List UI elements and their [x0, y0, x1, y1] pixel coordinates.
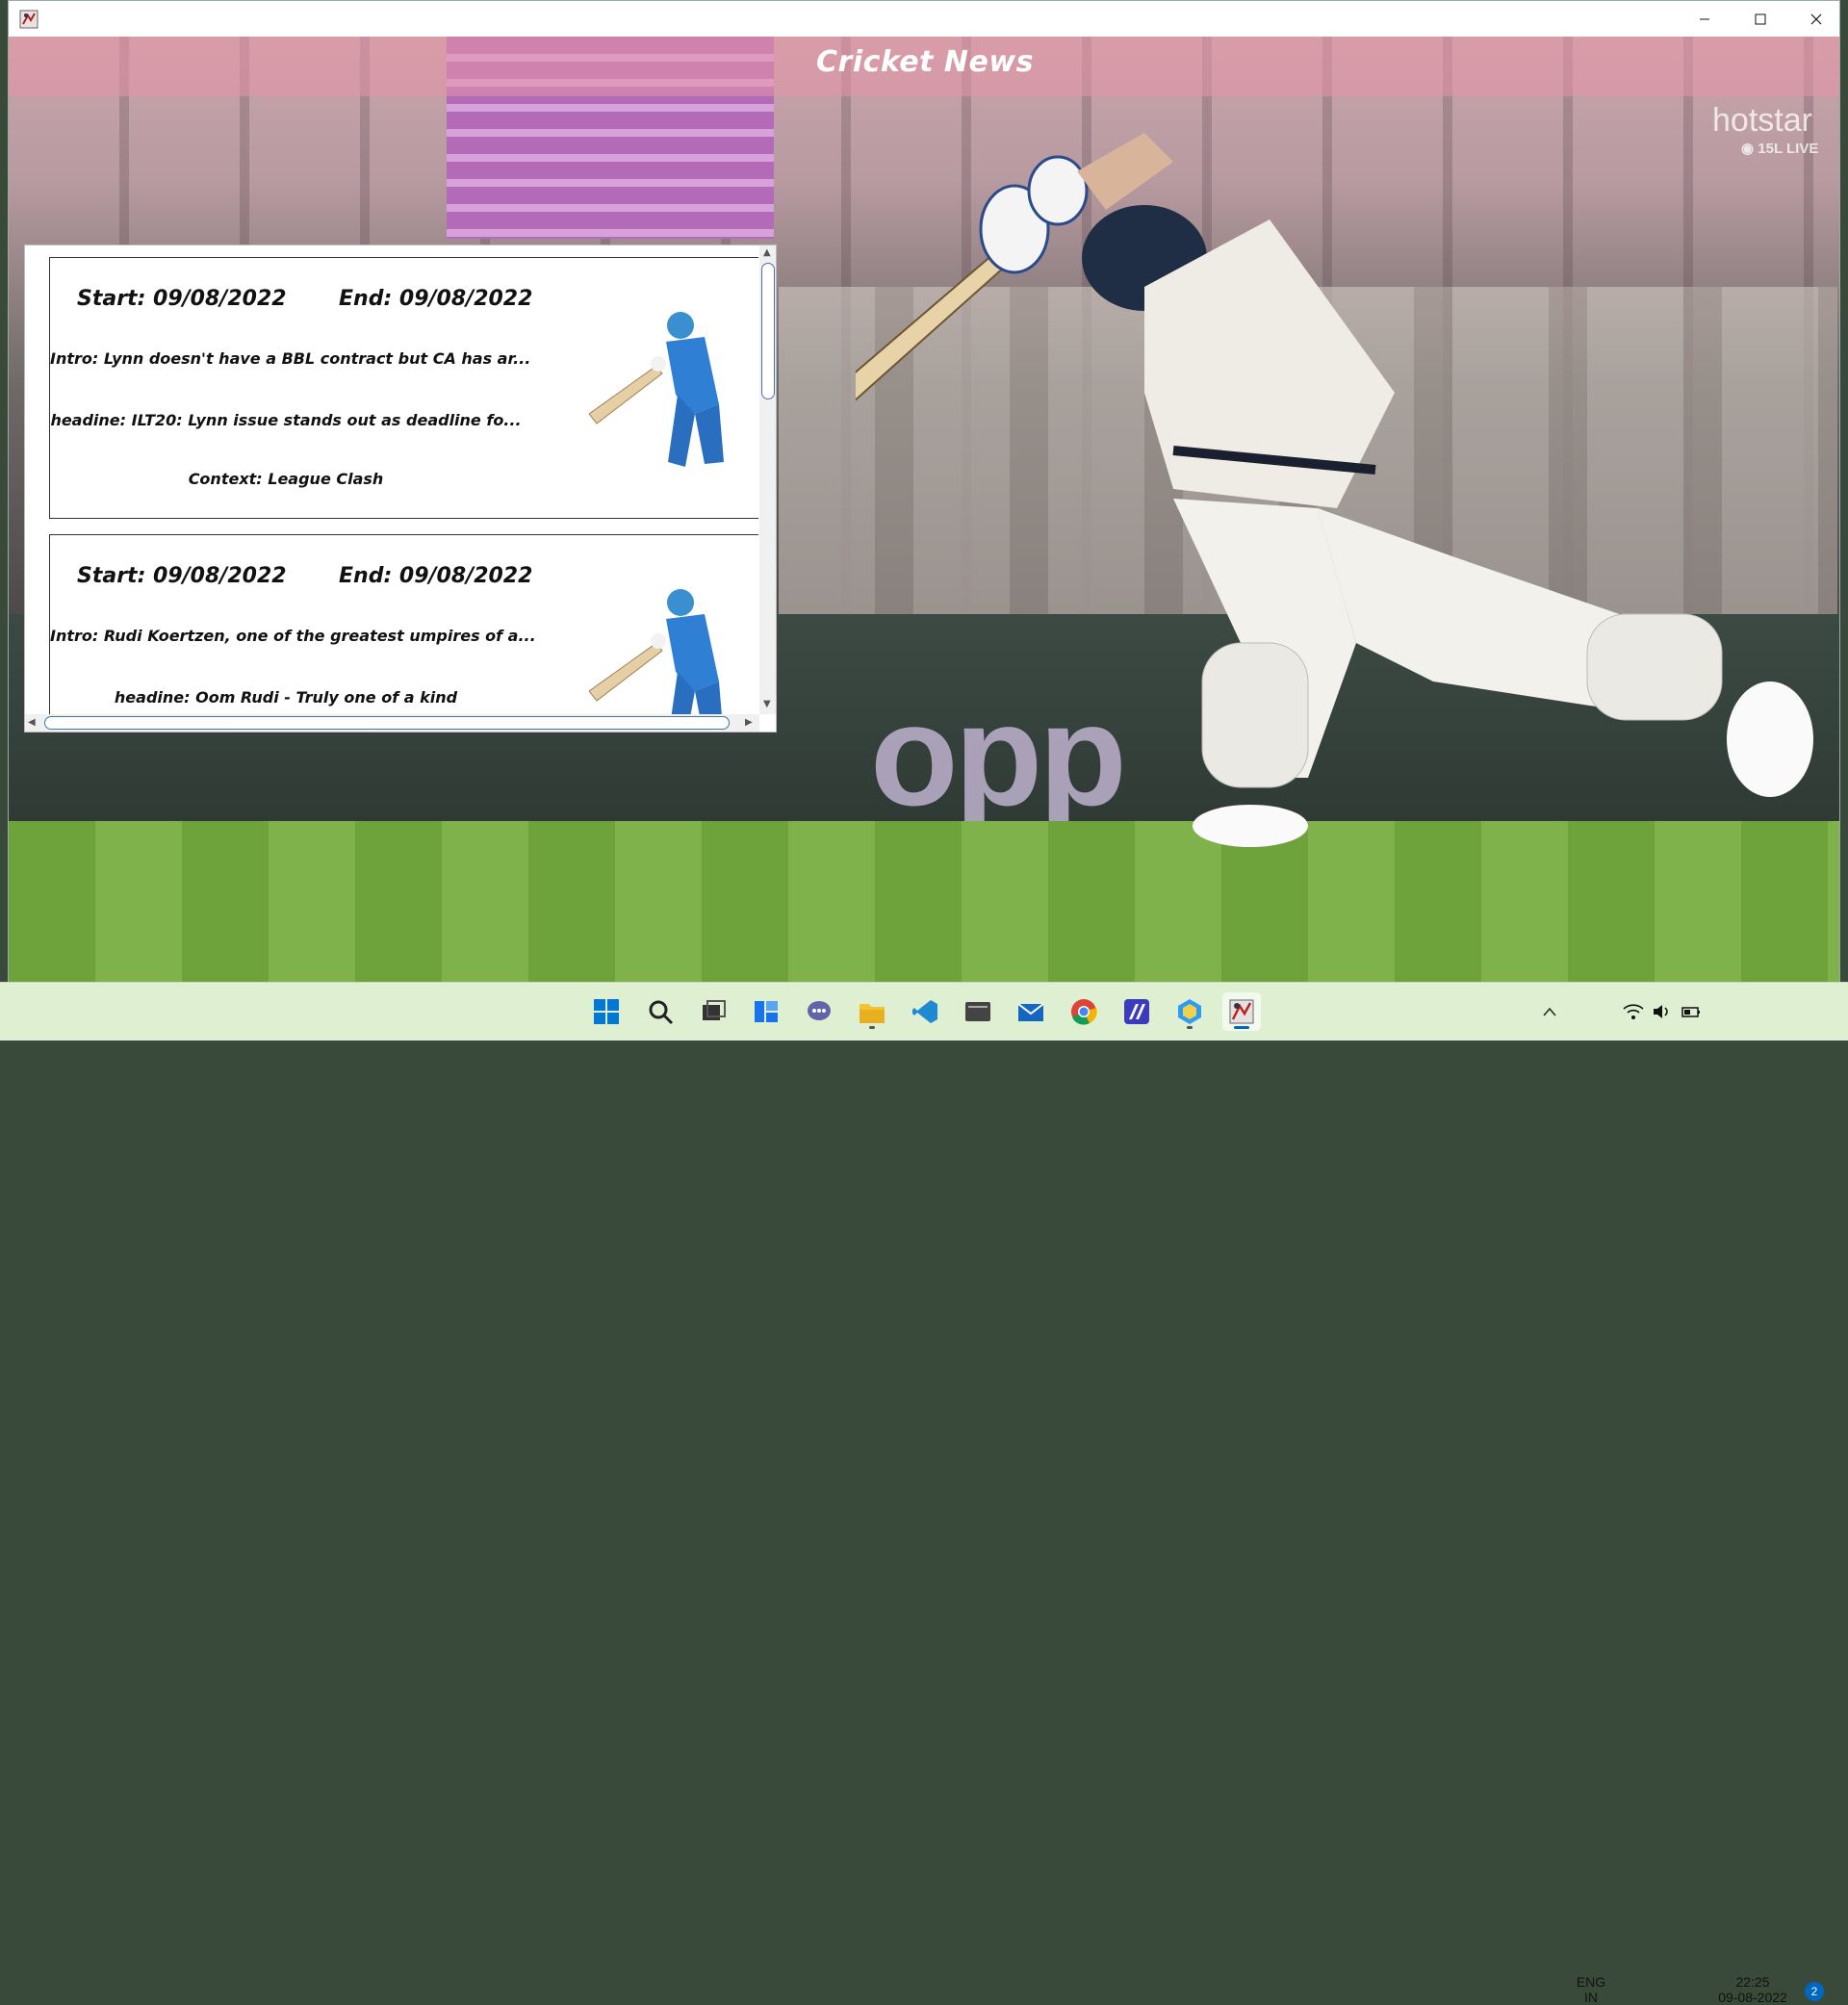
chrome-icon [1071, 999, 1097, 1025]
scroll-up-arrow[interactable]: ▲ [763, 248, 771, 258]
batter-figure [856, 133, 1813, 847]
close-icon [1810, 13, 1822, 24]
file-explorer-icon [860, 1004, 885, 1023]
volume-button[interactable] [1648, 992, 1677, 1031]
cricketer-icon [589, 312, 724, 467]
news-headline: headine: Oom Rudi - Truly one of a kind [114, 688, 458, 707]
widgets-icon [755, 1001, 778, 1022]
news-list: Start: 09/08/2022 End: 09/08/2022 Intro:… [25, 245, 758, 714]
horizontal-scroll-thumb[interactable] [44, 716, 730, 730]
end-date: End: 09/08/2022 [339, 564, 533, 588]
scroll-right-arrow[interactable]: ▶ [745, 718, 753, 728]
active-indicator [1234, 1026, 1249, 1029]
news-card[interactable]: Start: 09/08/2022 End: 09/08/2022 Intro:… [49, 257, 758, 519]
news-intro: Intro: Rudi Koertzen, one of the greates… [50, 627, 536, 645]
mail-button[interactable] [1012, 992, 1050, 1031]
broadcaster-watermark: hotstar [1712, 102, 1812, 139]
vscode-icon [912, 1000, 937, 1023]
java-app-icon [19, 10, 38, 29]
minimize-button[interactable] [1677, 1, 1732, 37]
region-code: IN [1584, 1990, 1598, 2005]
minimize-icon [1700, 18, 1709, 19]
horizontal-scrollbar[interactable]: ◀ ▶ [25, 714, 759, 732]
scroll-down-arrow[interactable]: ▼ [763, 700, 771, 709]
start-button[interactable] [587, 992, 626, 1031]
notification-badge[interactable]: 2 [1805, 1982, 1824, 2001]
news-scroll-panel[interactable]: Start: 09/08/2022 End: 09/08/2022 Intro:… [24, 244, 777, 733]
news-intro: Intro: Lynn doesn't have a BBL contract … [50, 349, 531, 368]
app-hex-icon [1178, 999, 1201, 1024]
editor-button[interactable] [1117, 992, 1156, 1031]
clock-time: 22:25 [1735, 1974, 1770, 1990]
start-date: Start: 09/08/2022 [77, 564, 287, 588]
java-app-icon [1229, 999, 1254, 1024]
chat-button[interactable] [800, 992, 838, 1031]
file-explorer-button[interactable] [853, 992, 891, 1031]
running-indicator [1187, 1026, 1193, 1029]
app-window: opp hotstar ◉ 15L LIVE Cricket News Star… [8, 0, 1840, 983]
eye-icon: ◉ [1741, 141, 1758, 157]
news-headline: headine: ILT20: Lynn issue stands out as… [50, 411, 522, 429]
end-date: End: 09/08/2022 [339, 287, 533, 311]
search-button[interactable] [641, 992, 680, 1031]
terminal-button[interactable] [959, 992, 997, 1031]
news-context: Context: League Clash [188, 470, 384, 488]
language-code: ENG [1576, 1974, 1606, 1990]
cricketer-icon [589, 589, 722, 714]
clock-date: 09-08-2022 [1718, 1990, 1787, 2005]
vertical-scroll-thumb[interactable] [761, 263, 775, 399]
volume-icon [1654, 1005, 1668, 1018]
task-view-button[interactable] [694, 992, 732, 1031]
java-app-taskbar-button[interactable] [1222, 992, 1261, 1031]
wifi-icon [1623, 1004, 1644, 1019]
app-title: Cricket News [816, 45, 1034, 79]
taskbar: ENG IN 22:25 09-08-2022 2 [0, 982, 1848, 2005]
chat-icon [808, 1001, 831, 1020]
language-indicator[interactable]: ENG IN [1575, 1974, 1607, 2005]
mail-icon [1017, 1003, 1044, 1021]
maximize-button[interactable] [1732, 1, 1788, 37]
network-button[interactable] [1619, 992, 1648, 1031]
start-icon [594, 999, 619, 1024]
widgets-button[interactable] [747, 992, 785, 1031]
running-indicator [869, 1026, 875, 1029]
battery-button[interactable] [1677, 992, 1706, 1031]
terminal-icon [965, 1002, 990, 1021]
title-bar[interactable] [9, 1, 1839, 37]
vertical-scrollbar[interactable]: ▲ ▼ [759, 245, 776, 714]
vscode-button[interactable] [906, 992, 944, 1031]
app-hex-button[interactable] [1170, 992, 1209, 1031]
live-viewers-badge: ◉ 15L LIVE [1741, 140, 1818, 157]
news-card[interactable]: Start: 09/08/2022 End: 09/08/2022 Intro:… [49, 534, 758, 714]
maximize-icon [1755, 13, 1766, 24]
clock[interactable]: 22:25 09-08-2022 [1709, 1974, 1796, 2005]
show-hidden-icons-button[interactable] [1530, 992, 1569, 1031]
battery-icon [1681, 1007, 1700, 1017]
editor-icon [1124, 999, 1149, 1024]
chrome-button[interactable] [1065, 992, 1103, 1031]
search-icon [649, 1000, 674, 1025]
task-view-icon [703, 1000, 726, 1020]
live-viewers-text: 15L LIVE [1758, 141, 1819, 157]
scroll-left-arrow[interactable]: ◀ [28, 718, 36, 728]
start-date: Start: 09/08/2022 [77, 287, 287, 311]
close-button[interactable] [1788, 1, 1844, 37]
chevron-up-icon [1543, 1007, 1556, 1016]
